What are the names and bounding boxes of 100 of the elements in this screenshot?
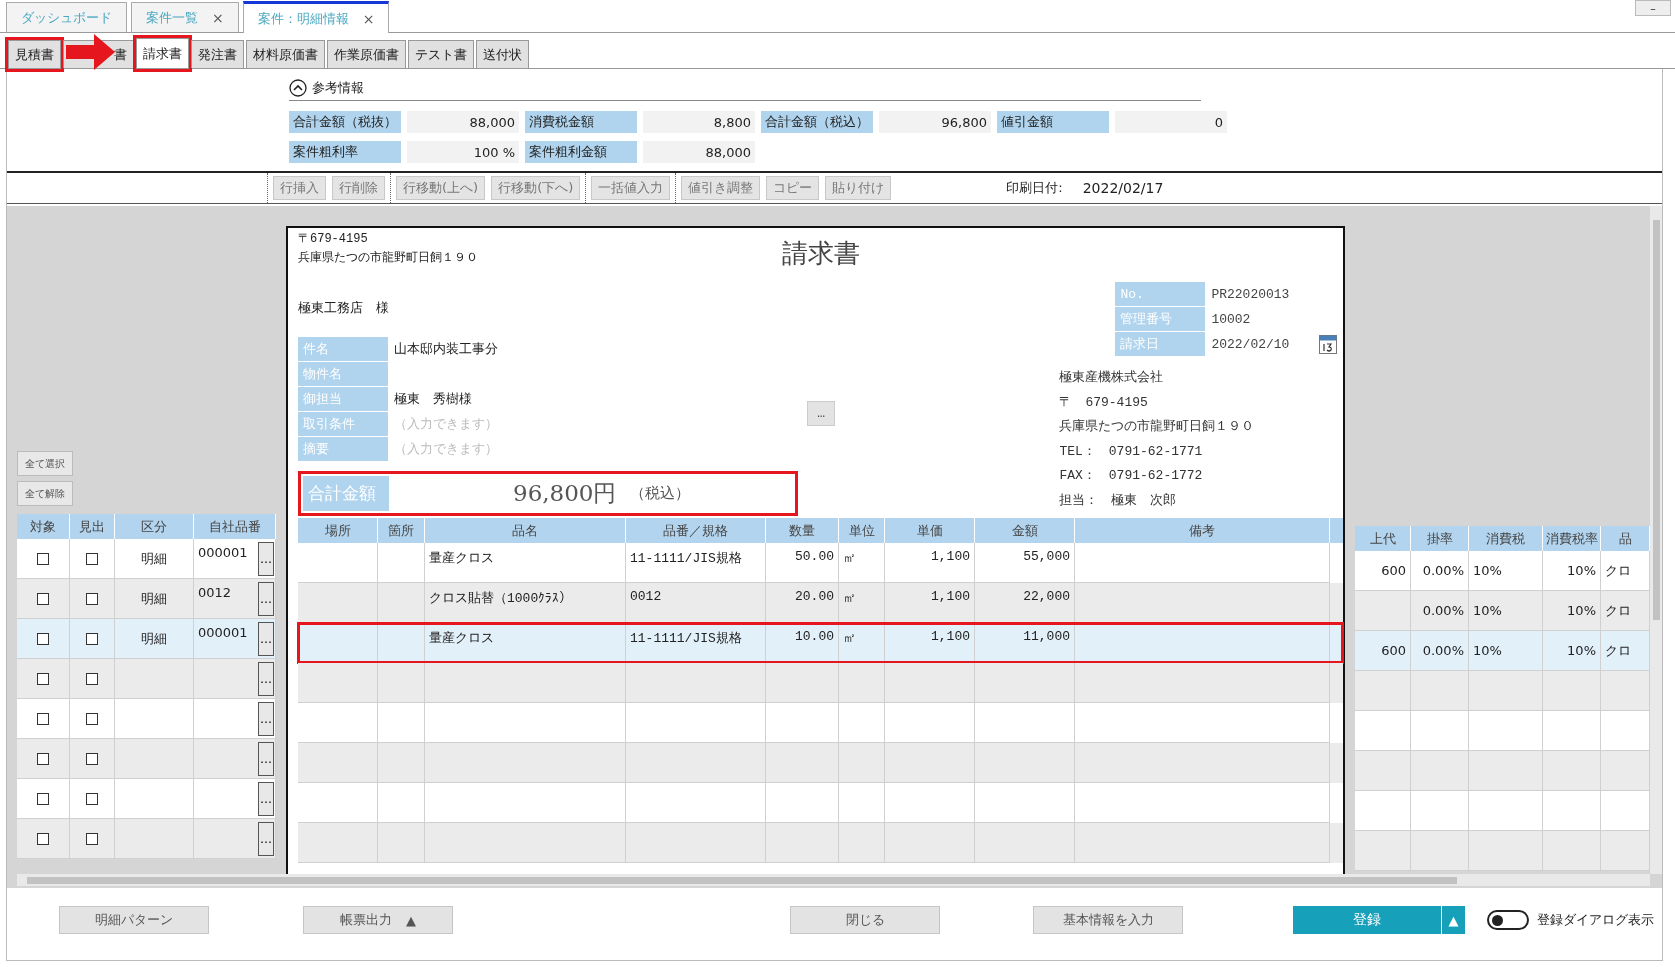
table-cell: 1,100	[885, 583, 975, 623]
table-cell: 22,000	[975, 583, 1075, 623]
deselect-all-button[interactable]: 全て解除	[17, 481, 73, 506]
table-cell: 0012	[198, 585, 232, 600]
picker-button[interactable]: …	[258, 781, 274, 816]
document-tab[interactable]: 作業原価書	[327, 40, 406, 68]
field-value: 88,000	[643, 141, 755, 163]
field-label: 値引金額	[997, 111, 1109, 133]
close-icon[interactable]: ×	[362, 10, 375, 27]
picker-button[interactable]: …	[258, 821, 274, 856]
arrow-icon	[66, 33, 116, 71]
table-cell: 0012	[626, 583, 766, 623]
output-button[interactable]: 帳票出力 ▲	[303, 906, 453, 934]
minimize-button[interactable]: –	[1635, 0, 1671, 16]
table-cell: ㎡	[839, 583, 885, 623]
checkbox[interactable]	[86, 592, 98, 605]
basic-info-button[interactable]: 基本情報を入力	[1033, 906, 1183, 934]
field-label: 件名	[298, 337, 388, 361]
toolbar-button[interactable]: コピー	[766, 176, 820, 200]
picker-button[interactable]: …	[258, 621, 274, 656]
print-date: 2022/02/17	[1082, 180, 1164, 196]
total-amount: 96,800円	[513, 479, 617, 508]
document-tab[interactable]: テスト書	[408, 40, 474, 68]
field-label: 管理番号	[1115, 307, 1206, 331]
checkbox[interactable]	[37, 712, 49, 725]
field-value: 100 %	[407, 141, 519, 163]
company-info: 兵庫県たつの市龍野町日飼１９０	[1059, 418, 1256, 436]
toolbar-button[interactable]: 行移動(上へ)	[396, 176, 486, 200]
field-label: 取引条件	[298, 412, 388, 436]
checkbox[interactable]	[86, 752, 98, 765]
document-tab[interactable]: 送付状	[476, 40, 529, 68]
close-icon[interactable]: ×	[212, 9, 224, 26]
print-date-label: 印刷日付:	[1006, 179, 1063, 197]
field-value: 2022/02/10	[1211, 336, 1290, 352]
pattern-button[interactable]: 明細パターン	[59, 906, 209, 934]
checkbox[interactable]	[37, 552, 49, 565]
field-value: 88,000	[407, 111, 519, 133]
field-value: 8,800	[643, 111, 755, 133]
field-value: 96,800	[879, 111, 991, 133]
checkbox[interactable]	[37, 592, 49, 605]
field-label: 案件粗利金額	[525, 141, 637, 163]
document-tab[interactable]: 材料原価書	[246, 40, 325, 68]
field-label: 摘要	[298, 437, 388, 461]
field-value: 10002	[1211, 311, 1251, 327]
checkbox[interactable]	[37, 672, 49, 685]
checkbox[interactable]	[37, 752, 49, 765]
company-info: FAX： 0791-62-1772	[1059, 467, 1204, 485]
toolbar-button[interactable]: 行削除	[332, 176, 385, 200]
sender-postal-code: 〒679-4195	[298, 231, 369, 248]
field-label: 請求日	[1115, 332, 1206, 356]
picker-button[interactable]: …	[258, 581, 274, 616]
field-label: 案件粗利率	[289, 141, 401, 163]
select-all-button[interactable]: 全て選択	[17, 451, 73, 476]
customer-name: 極東工務店 様	[298, 300, 390, 317]
table-cell	[378, 823, 425, 863]
more-button[interactable]: …	[807, 401, 836, 426]
company-info: 極東産機株式会社	[1059, 369, 1165, 387]
tax-note: （税込）	[630, 484, 691, 503]
checkbox[interactable]	[37, 792, 49, 805]
field-label: 御担当	[298, 387, 388, 411]
field-label: 合計金額（税込）	[761, 111, 873, 133]
document-tab[interactable]: 発注書	[191, 40, 244, 68]
window-tab[interactable]: 案件一覧 ×	[131, 2, 239, 32]
window-tab[interactable]: 案件：明細情報 ×	[242, 1, 390, 33]
toolbar-button[interactable]: 一括値入力	[591, 176, 671, 200]
toolbar-button[interactable]: 行移動(下へ)	[491, 176, 581, 200]
toolbar-button[interactable]: 行挿入	[273, 176, 326, 200]
toggle-switch[interactable]	[1487, 910, 1529, 930]
field-value: 極東 秀樹様	[394, 391, 472, 408]
collapse-icon[interactable]	[289, 79, 307, 97]
toolbar-button[interactable]: 値引き調整	[681, 176, 761, 200]
section-title: 参考情報	[312, 79, 364, 97]
picker-button[interactable]: …	[258, 741, 274, 776]
calendar-icon[interactable]	[1319, 334, 1337, 354]
total-label: 合計金額	[303, 476, 389, 511]
checkbox[interactable]	[86, 672, 98, 685]
table-cell	[1543, 831, 1601, 871]
company-info: 〒 679-4195	[1059, 393, 1149, 412]
close-button[interactable]: 閉じる	[790, 906, 940, 934]
checkbox[interactable]	[86, 632, 98, 645]
table-cell: クロス貼替（1000ｸﾗｽ）	[425, 583, 626, 623]
checkbox[interactable]	[86, 712, 98, 725]
checkbox[interactable]	[86, 792, 98, 805]
checkbox[interactable]	[86, 832, 98, 845]
field-value: 山本邸内装工事分	[394, 341, 498, 358]
table-cell	[839, 823, 885, 863]
checkbox[interactable]	[37, 832, 49, 845]
toolbar-button[interactable]: 貼り付け	[825, 176, 892, 200]
field-value: PR22020013	[1211, 286, 1290, 302]
picker-button[interactable]: …	[258, 661, 274, 696]
picker-button[interactable]: …	[258, 541, 274, 576]
field-value: 0	[1115, 111, 1227, 133]
picker-button[interactable]: …	[258, 701, 274, 736]
field-label: 物件名	[298, 362, 388, 386]
field-label: 合計金額（税抜）	[289, 111, 401, 133]
table-cell	[1355, 831, 1411, 871]
checkbox[interactable]	[86, 552, 98, 565]
company-info: TEL： 0791-62-1771	[1059, 442, 1204, 461]
table-cell	[1411, 831, 1469, 871]
checkbox[interactable]	[37, 632, 49, 645]
